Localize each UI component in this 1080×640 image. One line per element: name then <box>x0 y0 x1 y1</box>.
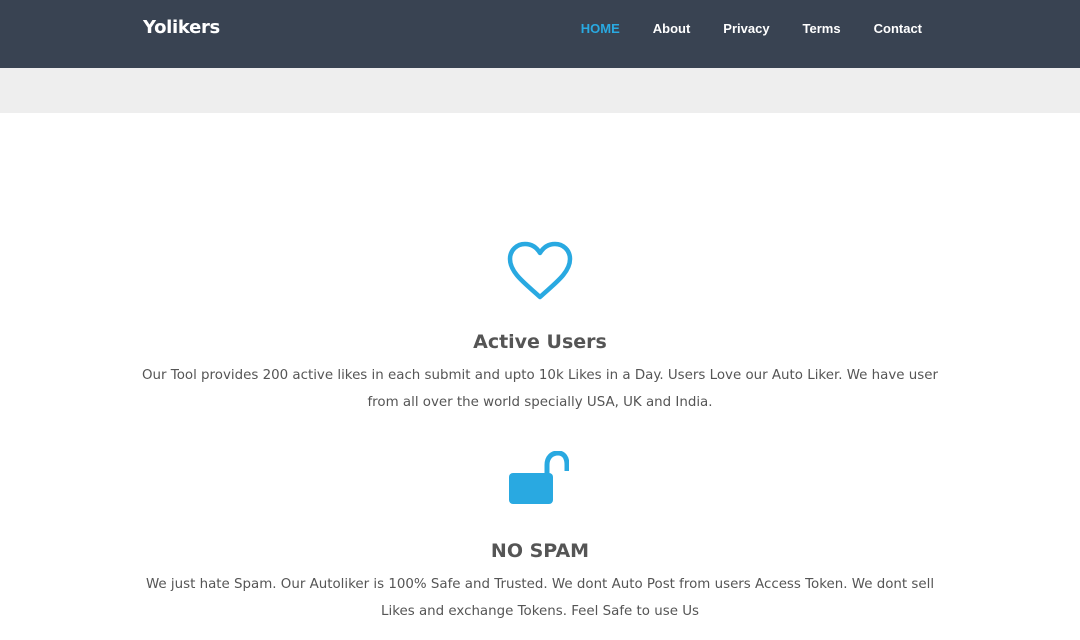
nav-item-home[interactable]: HOME <box>548 20 620 38</box>
main-nav: HOME About Privacy Terms Contact <box>548 20 922 38</box>
feature-title: Active Users <box>473 331 607 353</box>
heart-icon <box>507 241 573 300</box>
nav-item-about[interactable]: About <box>620 20 691 38</box>
feature-description: Our Tool provides 200 active likes in ea… <box>142 368 938 410</box>
feature-active-users: Active Users Our Tool provides 200 activ… <box>0 240 1080 416</box>
header-strip <box>0 68 1080 113</box>
top-navbar: Yolikers HOME About Privacy Terms Contac… <box>0 0 1080 68</box>
brand-logo[interactable]: Yolikers <box>143 17 220 38</box>
unlock-icon <box>509 451 569 504</box>
nav-item-contact[interactable]: Contact <box>841 20 922 38</box>
nav-item-privacy[interactable]: Privacy <box>690 20 769 38</box>
nav-item-terms[interactable]: Terms <box>770 20 841 38</box>
feature-no-spam: NO SPAM We just hate Spam. Our Autoliker… <box>0 451 1080 625</box>
feature-title: NO SPAM <box>490 540 590 562</box>
feature-description: We just hate Spam. Our Autoliker is 100%… <box>145 577 935 619</box>
